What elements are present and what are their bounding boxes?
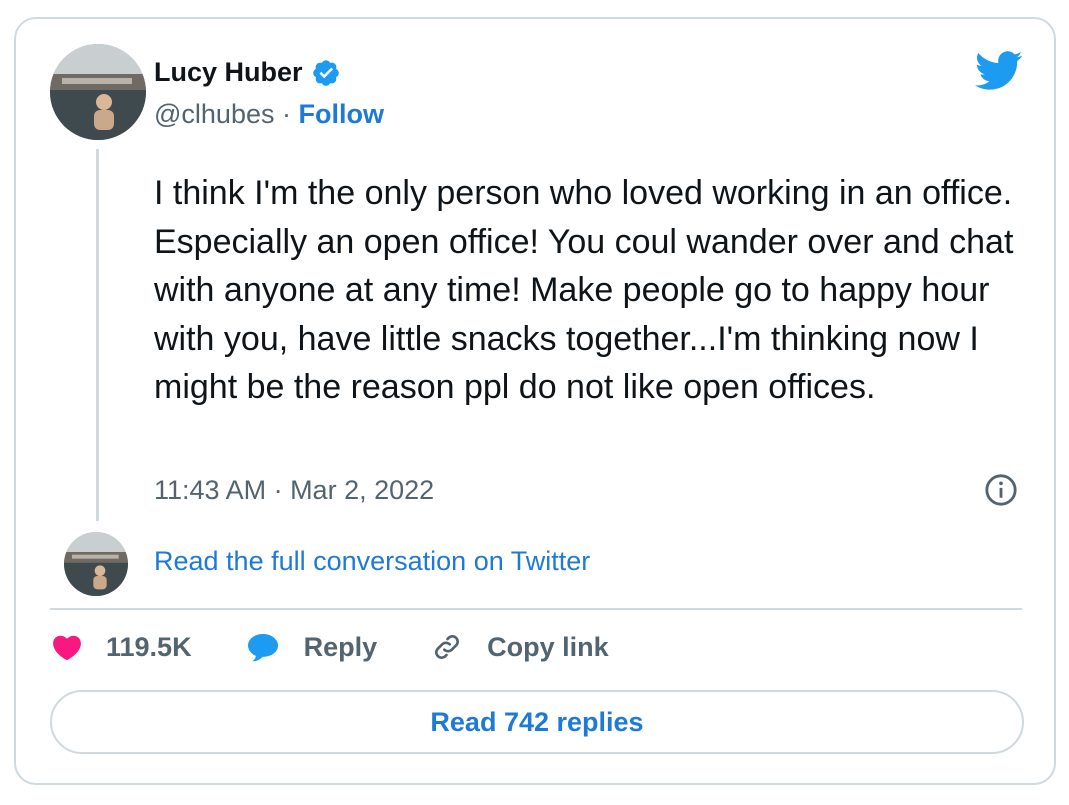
- link-icon: [435, 635, 460, 659]
- read-replies-button[interactable]: Read 742 replies: [50, 690, 1024, 754]
- author-avatar[interactable]: [50, 44, 146, 140]
- divider: [50, 608, 1022, 610]
- reply-label: Reply: [303, 631, 378, 662]
- read-full-conversation-link[interactable]: Read the full conversation on Twitter: [154, 546, 590, 577]
- author-handle-row: @clhubes · Follow: [154, 99, 384, 130]
- tweet-card: Lucy Huber @clhubes · Follow I think I'm…: [14, 17, 1056, 785]
- author-name[interactable]: Lucy Huber: [154, 57, 303, 88]
- follow-button[interactable]: Follow: [299, 99, 384, 129]
- twitter-bird-icon[interactable]: [974, 51, 1024, 91]
- author-handle[interactable]: @clhubes: [154, 99, 274, 129]
- reply-button[interactable]: Reply: [246, 631, 378, 663]
- handle-separator: ·: [282, 99, 291, 129]
- info-icon[interactable]: [984, 473, 1018, 507]
- reply-bubble-icon: [247, 634, 278, 662]
- conversation-avatar[interactable]: [64, 532, 128, 596]
- thread-line: [96, 149, 99, 521]
- heart-icon: [53, 635, 81, 661]
- like-count: 119.5K: [106, 631, 192, 662]
- tweet-timestamp[interactable]: 11:43 AM · Mar 2, 2022: [154, 475, 434, 506]
- like-button[interactable]: 119.5K: [52, 632, 192, 663]
- copy-link-label: Copy link: [487, 631, 609, 662]
- author-name-row: Lucy Huber: [154, 57, 341, 88]
- tweet-text: I think I'm the only person who loved wo…: [154, 174, 1014, 406]
- verified-badge-icon: [312, 59, 339, 86]
- action-bar: 119.5K Reply Copy link: [52, 631, 663, 663]
- copy-link-button[interactable]: Copy link: [431, 631, 609, 663]
